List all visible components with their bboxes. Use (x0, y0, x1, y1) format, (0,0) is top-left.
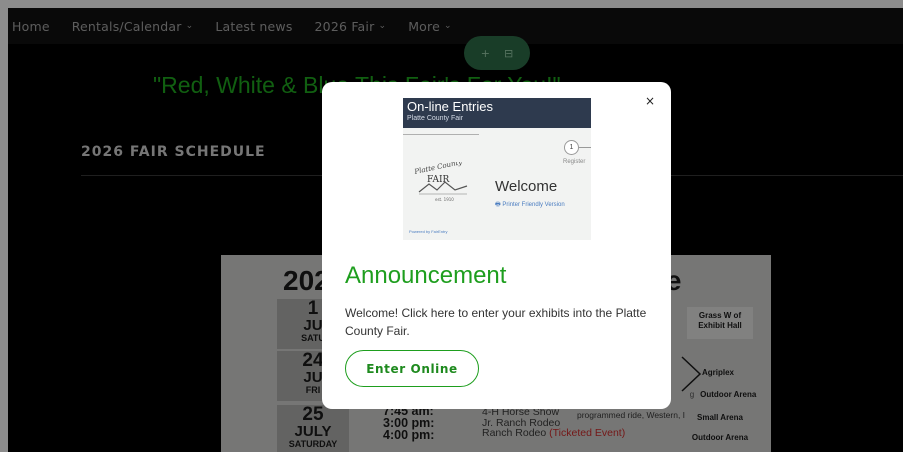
announcement-modal: × On-line Entries Platte County Fair 1 R… (322, 82, 671, 409)
preview-header: On-line Entries Platte County Fair (403, 98, 591, 128)
fair-logo-icon: Platte County FAIR est. 1910 (413, 162, 468, 202)
entries-preview-image[interactable]: On-line Entries Platte County Fair 1 Reg… (403, 98, 591, 240)
step-connector (579, 147, 591, 148)
preview-divider (403, 134, 479, 135)
close-icon[interactable]: × (643, 94, 657, 108)
enter-online-button[interactable]: Enter Online (345, 350, 479, 387)
preview-subtitle: Platte County Fair (407, 115, 464, 122)
modal-body-text: Welcome! Click here to enter your exhibi… (345, 306, 647, 338)
step-label: Register (563, 159, 586, 165)
preview-title: On-line Entries (407, 99, 493, 114)
printer-friendly-link: 🖶 Printer Friendly Version (495, 202, 565, 208)
modal-title: Announcement (345, 262, 507, 289)
powered-by-text: Powered by FairEntry (409, 229, 448, 234)
svg-text:est. 1910: est. 1910 (435, 197, 454, 202)
preview-welcome: Welcome (495, 178, 558, 195)
step-number: 1 (564, 140, 579, 155)
